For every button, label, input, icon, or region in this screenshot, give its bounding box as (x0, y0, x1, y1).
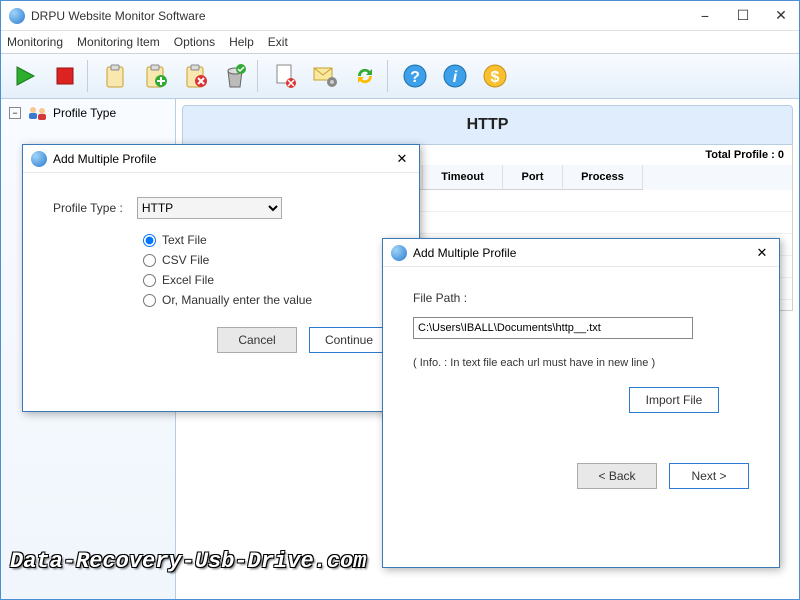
play-icon[interactable] (7, 58, 43, 94)
col-port[interactable]: Port (503, 165, 563, 190)
dialog1-close-icon[interactable]: ✕ (393, 151, 411, 167)
profile-type-select[interactable]: HTTP (137, 197, 282, 219)
stop-icon[interactable] (47, 58, 83, 94)
profile-type-label: Profile Type : (53, 201, 123, 215)
svg-text:$: $ (491, 69, 500, 86)
page-error-icon[interactable] (267, 58, 303, 94)
dialog2-titlebar: Add Multiple Profile ✕ (383, 239, 779, 267)
toolbar: ? i $ (1, 53, 799, 99)
clipboard-delete-icon[interactable] (177, 58, 213, 94)
dialog1-titlebar: Add Multiple Profile ✕ (23, 145, 419, 173)
mail-settings-icon[interactable] (307, 58, 343, 94)
dialog2-title: Add Multiple Profile (413, 246, 753, 260)
radio-manual[interactable]: Or, Manually enter the value (143, 293, 389, 307)
menu-monitoring[interactable]: Monitoring (7, 35, 63, 49)
next-button[interactable]: Next > (669, 463, 749, 489)
window-title: DRPU Website Monitor Software (31, 9, 695, 23)
separator (87, 60, 93, 92)
info-icon[interactable]: i (437, 58, 473, 94)
menubar: Monitoring Monitoring Item Options Help … (1, 31, 799, 53)
file-path-input[interactable] (413, 317, 693, 339)
separator (257, 60, 263, 92)
menu-options[interactable]: Options (174, 35, 215, 49)
profile-type-icon (27, 105, 49, 121)
menu-exit[interactable]: Exit (268, 35, 288, 49)
info-text: ( Info. : In text file each url must hav… (413, 357, 749, 369)
import-file-button[interactable]: Import File (629, 387, 719, 413)
dialog2-close-icon[interactable]: ✕ (753, 245, 771, 261)
dialog-icon (391, 245, 407, 261)
refresh-icon[interactable] (347, 58, 383, 94)
cancel-button[interactable]: Cancel (217, 327, 297, 353)
clipboard-icon[interactable] (97, 58, 133, 94)
maximize-button[interactable]: ☐ (733, 6, 753, 26)
status-total: Total Profile : 0 (705, 149, 784, 161)
radio-csv-file[interactable]: CSV File (143, 253, 389, 267)
minimize-button[interactable]: − (695, 6, 715, 26)
continue-button[interactable]: Continue (309, 327, 389, 353)
dollar-icon[interactable]: $ (477, 58, 513, 94)
menu-monitoring-item[interactable]: Monitoring Item (77, 35, 160, 49)
tree-root[interactable]: − Profile Type (5, 103, 171, 123)
dialog1-title: Add Multiple Profile (53, 152, 393, 166)
clipboard-add-icon[interactable] (137, 58, 173, 94)
titlebar: DRPU Website Monitor Software − ☐ ✕ (1, 1, 799, 31)
radio-text-file[interactable]: Text File (143, 233, 389, 247)
trash-icon[interactable] (217, 58, 253, 94)
add-profile-dialog-2: Add Multiple Profile ✕ File Path : ( Inf… (382, 238, 780, 568)
watermark: Data-Recovery-Usb-Drive.com (10, 549, 366, 574)
svg-text:i: i (453, 69, 458, 86)
add-profile-dialog-1: Add Multiple Profile ✕ Profile Type : HT… (22, 144, 420, 412)
tree-root-label: Profile Type (53, 106, 116, 120)
close-button[interactable]: ✕ (771, 6, 791, 26)
col-timeout[interactable]: Timeout (423, 165, 503, 190)
tree-collapse-icon[interactable]: − (9, 107, 21, 119)
menu-help[interactable]: Help (229, 35, 254, 49)
separator (387, 60, 393, 92)
radio-excel-file[interactable]: Excel File (143, 273, 389, 287)
dialog-icon (31, 151, 47, 167)
file-path-label: File Path : (413, 291, 749, 305)
protocol-header: HTTP (182, 105, 793, 145)
svg-text:?: ? (410, 69, 420, 86)
help-icon[interactable]: ? (397, 58, 433, 94)
col-process[interactable]: Process (563, 165, 643, 190)
app-icon (9, 8, 25, 24)
back-button[interactable]: < Back (577, 463, 657, 489)
